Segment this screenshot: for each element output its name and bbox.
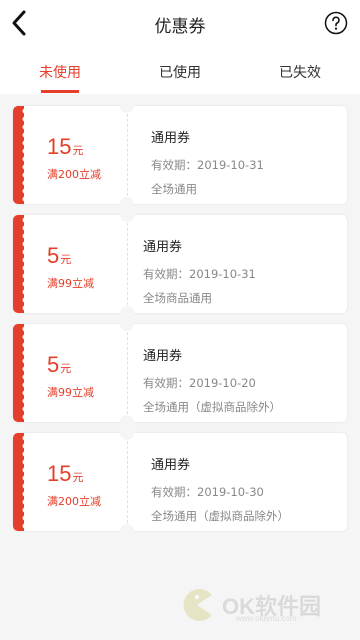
coupon-validity: 有效期：2019-10-30 [151, 485, 264, 499]
coupon-divider [127, 441, 128, 523]
coupon-value-area: 5元 满99立减 [24, 324, 127, 422]
coupon-notch [120, 208, 134, 222]
coupon-condition: 满99立减 [47, 386, 94, 399]
coupon-validity: 有效期：2019-10-31 [151, 158, 264, 172]
coupon-amount: 15元 [47, 461, 84, 486]
coupon-value-area: 15元 满200立减 [24, 106, 127, 204]
coupon-divider [127, 223, 128, 305]
coupon-scope: 全场通用（虚拟商品除外） [143, 400, 281, 414]
coupon-type: 通用券 [151, 458, 191, 473]
coupon-divider [127, 332, 128, 414]
coupon-info: 通用券 有效期：2019-10-31 全场通用 [151, 106, 351, 204]
coupon-notch [120, 426, 134, 440]
coupon-notch [120, 524, 134, 538]
coupon-scope: 全场通用 [151, 182, 197, 196]
help-icon[interactable] [324, 11, 348, 35]
coupon-type: 通用券 [151, 131, 191, 146]
tab-unused[interactable]: 未使用 [20, 62, 100, 82]
coupon-amount: 5元 [47, 243, 72, 268]
coupon-divider [127, 114, 128, 196]
coupon-notch [120, 317, 134, 331]
coupon-condition: 满99立减 [47, 277, 94, 290]
app-header: 优惠券 [0, 0, 360, 48]
coupon-card[interactable]: 15元 满200立减 通用券 有效期：2019-10-31 全场通用 [13, 99, 347, 211]
coupon-info: 通用券 有效期：2019-10-31 全场商品通用 [143, 215, 343, 313]
active-tab-indicator [41, 90, 79, 93]
coupon-card[interactable]: 15元 满200立减 通用券 有效期：2019-10-30 全场通用（虚拟商品除… [13, 426, 347, 538]
coupon-condition: 满200立减 [47, 168, 101, 181]
coupon-tabs: 未使用 已使用 已失效 [0, 48, 360, 94]
coupon-info: 通用券 有效期：2019-10-30 全场通用（虚拟商品除外） [151, 433, 351, 531]
coupon-notch [120, 99, 134, 113]
site-watermark: OK软件园 www.okemu.com [176, 584, 352, 624]
coupon-serrated-edge [13, 324, 24, 422]
coupon-value-area: 5元 满99立减 [24, 215, 127, 313]
coupon-validity: 有效期：2019-10-20 [143, 376, 256, 390]
tab-used[interactable]: 已使用 [140, 62, 220, 82]
coupon-serrated-edge [13, 433, 24, 531]
coupon-card[interactable]: 5元 满99立减 通用券 有效期：2019-10-20 全场通用（虚拟商品除外） [13, 317, 347, 429]
coupon-amount: 5元 [47, 352, 72, 377]
coupon-type: 通用券 [143, 240, 183, 255]
coupon-card[interactable]: 5元 满99立减 通用券 有效期：2019-10-31 全场商品通用 [13, 208, 347, 320]
coupon-scope: 全场通用（虚拟商品除外） [151, 509, 289, 523]
watermark-url: www.okemu.com [236, 614, 297, 623]
coupon-serrated-edge [13, 215, 24, 313]
coupon-value-area: 15元 满200立减 [24, 433, 127, 531]
coupon-type: 通用券 [143, 349, 183, 364]
coupon-info: 通用券 有效期：2019-10-20 全场通用（虚拟商品除外） [143, 324, 343, 422]
coupon-condition: 满200立减 [47, 495, 101, 508]
coupon-scope: 全场商品通用 [143, 291, 212, 305]
tab-expired[interactable]: 已失效 [260, 62, 340, 82]
coupon-serrated-edge [13, 106, 24, 204]
pacman-logo-icon [183, 589, 212, 621]
coupon-amount: 15元 [47, 134, 84, 159]
coupon-validity: 有效期：2019-10-31 [143, 267, 256, 281]
page-title: 优惠券 [154, 17, 206, 37]
